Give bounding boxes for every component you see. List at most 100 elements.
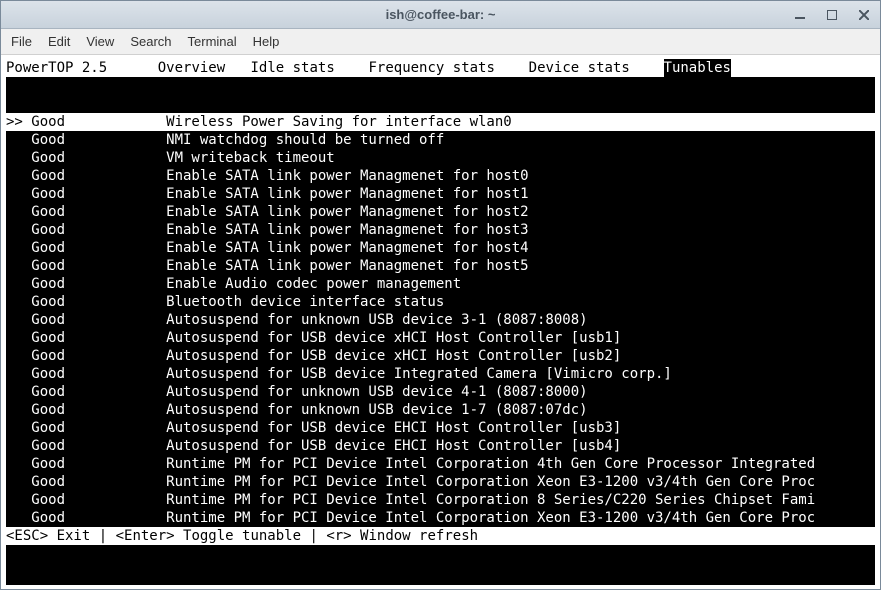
- tunable-row[interactable]: Good Enable SATA link power Managmenet f…: [6, 221, 875, 239]
- tunable-row[interactable]: Good Enable SATA link power Managmenet f…: [6, 203, 875, 221]
- row-marker: [6, 347, 31, 365]
- tunable-row[interactable]: Good Runtime PM for PCI Device Intel Cor…: [6, 491, 875, 509]
- menu-terminal[interactable]: Terminal: [188, 34, 237, 49]
- tab-device-stats[interactable]: Device stats: [529, 59, 630, 77]
- tab-idle-stats[interactable]: Idle stats: [250, 59, 334, 77]
- row-description: Runtime PM for PCI Device Intel Corporat…: [166, 455, 875, 473]
- tunable-row[interactable]: >> Good Wireless Power Saving for interf…: [6, 113, 875, 131]
- titlebar: ish@coffee-bar: ~: [1, 1, 880, 29]
- minimize-icon: [795, 10, 805, 20]
- tunable-row[interactable]: Good Autosuspend for USB device Integrat…: [6, 365, 875, 383]
- row-status: Good: [31, 311, 166, 329]
- menu-search[interactable]: Search: [130, 34, 171, 49]
- row-marker: [6, 437, 31, 455]
- row-status: Good: [31, 455, 166, 473]
- row-description: Autosuspend for USB device Integrated Ca…: [166, 365, 875, 383]
- row-status: Good: [31, 347, 166, 365]
- row-marker: [6, 257, 31, 275]
- menubar: File Edit View Search Terminal Help: [1, 29, 880, 55]
- row-description: Autosuspend for USB device xHCI Host Con…: [166, 347, 875, 365]
- row-status: Good: [31, 437, 166, 455]
- tunable-row[interactable]: Good NMI watchdog should be turned off: [6, 131, 875, 149]
- row-description: Wireless Power Saving for interface wlan…: [166, 113, 875, 131]
- tunable-row[interactable]: Good Enable SATA link power Managmenet f…: [6, 167, 875, 185]
- terminal-area[interactable]: PowerTOP 2.5 Overview Idle stats Frequen…: [1, 55, 880, 589]
- row-description: Bluetooth device interface status: [166, 293, 875, 311]
- tab-tunables[interactable]: Tunables: [664, 59, 731, 77]
- tunable-row[interactable]: Good Runtime PM for PCI Device Intel Cor…: [6, 473, 875, 491]
- row-marker: [6, 419, 31, 437]
- row-description: Enable SATA link power Managmenet for ho…: [166, 239, 875, 257]
- minimize-button[interactable]: [788, 6, 812, 24]
- row-marker: [6, 293, 31, 311]
- maximize-button[interactable]: [820, 6, 844, 24]
- row-status: Good: [31, 293, 166, 311]
- row-marker: [6, 185, 31, 203]
- tab-overview[interactable]: Overview: [158, 59, 225, 77]
- tunable-row[interactable]: Good Autosuspend for USB device xHCI Hos…: [6, 329, 875, 347]
- row-marker: [6, 311, 31, 329]
- tunable-row[interactable]: Good VM writeback timeout: [6, 149, 875, 167]
- row-description: Autosuspend for unknown USB device 4-1 (…: [166, 383, 875, 401]
- footer-esc: <ESC> Exit: [6, 527, 90, 545]
- app-name: PowerTOP 2.5: [6, 59, 107, 77]
- row-status: Good: [31, 419, 166, 437]
- row-description: VM writeback timeout: [166, 149, 875, 167]
- tunable-row[interactable]: Good Enable SATA link power Managmenet f…: [6, 239, 875, 257]
- footer-bar: <ESC> Exit | <Enter> Toggle tunable | <r…: [6, 527, 875, 545]
- row-status: Good: [31, 329, 166, 347]
- row-marker: [6, 149, 31, 167]
- row-description: Enable Audio codec power management: [166, 275, 875, 293]
- tunable-row[interactable]: Good Autosuspend for unknown USB device …: [6, 401, 875, 419]
- row-marker: [6, 401, 31, 419]
- window-controls: [788, 1, 876, 28]
- footer-r: <r> Window refresh: [326, 527, 478, 545]
- row-description: Autosuspend for USB device EHCI Host Con…: [166, 437, 875, 455]
- footer-enter: <Enter> Toggle tunable: [116, 527, 301, 545]
- tunable-row[interactable]: Good Autosuspend for unknown USB device …: [6, 383, 875, 401]
- tunable-row[interactable]: Good Bluetooth device interface status: [6, 293, 875, 311]
- menu-edit[interactable]: Edit: [48, 34, 70, 49]
- row-marker: [6, 509, 31, 527]
- row-status: Good: [31, 491, 166, 509]
- window-title: ish@coffee-bar: ~: [386, 7, 496, 22]
- row-marker: [6, 239, 31, 257]
- menu-view[interactable]: View: [86, 34, 114, 49]
- tunable-row[interactable]: Good Autosuspend for USB device EHCI Hos…: [6, 437, 875, 455]
- tunable-row[interactable]: Good Enable Audio codec power management: [6, 275, 875, 293]
- tunable-row[interactable]: Good Enable SATA link power Managmenet f…: [6, 257, 875, 275]
- close-button[interactable]: [852, 6, 876, 24]
- row-status: Good: [31, 185, 166, 203]
- menu-help[interactable]: Help: [253, 34, 280, 49]
- row-description: NMI watchdog should be turned off: [166, 131, 875, 149]
- row-description: Enable SATA link power Managmenet for ho…: [166, 185, 875, 203]
- row-description: Enable SATA link power Managmenet for ho…: [166, 203, 875, 221]
- row-status: Good: [31, 221, 166, 239]
- row-status: Good: [31, 167, 166, 185]
- row-marker: [6, 455, 31, 473]
- row-status: Good: [31, 239, 166, 257]
- row-status: Good: [31, 365, 166, 383]
- menu-file[interactable]: File: [11, 34, 32, 49]
- tunable-row[interactable]: Good Runtime PM for PCI Device Intel Cor…: [6, 509, 875, 527]
- row-marker: [6, 167, 31, 185]
- close-icon: [859, 10, 869, 20]
- row-status: Good: [31, 401, 166, 419]
- row-description: Runtime PM for PCI Device Intel Corporat…: [166, 473, 875, 491]
- row-marker: [6, 203, 31, 221]
- row-marker: [6, 491, 31, 509]
- row-marker: [6, 329, 31, 347]
- row-description: Enable SATA link power Managmenet for ho…: [166, 257, 875, 275]
- tunable-row[interactable]: Good Runtime PM for PCI Device Intel Cor…: [6, 455, 875, 473]
- tunable-row[interactable]: Good Autosuspend for unknown USB device …: [6, 311, 875, 329]
- row-description: Autosuspend for unknown USB device 1-7 (…: [166, 401, 875, 419]
- row-description: Autosuspend for USB device EHCI Host Con…: [166, 419, 875, 437]
- row-marker: [6, 365, 31, 383]
- tunable-row[interactable]: Good Enable SATA link power Managmenet f…: [6, 185, 875, 203]
- tunable-row[interactable]: Good Autosuspend for USB device EHCI Hos…: [6, 419, 875, 437]
- blank-spacer: [6, 77, 875, 113]
- row-description: Runtime PM for PCI Device Intel Corporat…: [166, 491, 875, 509]
- tab-frequency-stats[interactable]: Frequency stats: [368, 59, 494, 77]
- tunable-row[interactable]: Good Autosuspend for USB device xHCI Hos…: [6, 347, 875, 365]
- row-marker: [6, 221, 31, 239]
